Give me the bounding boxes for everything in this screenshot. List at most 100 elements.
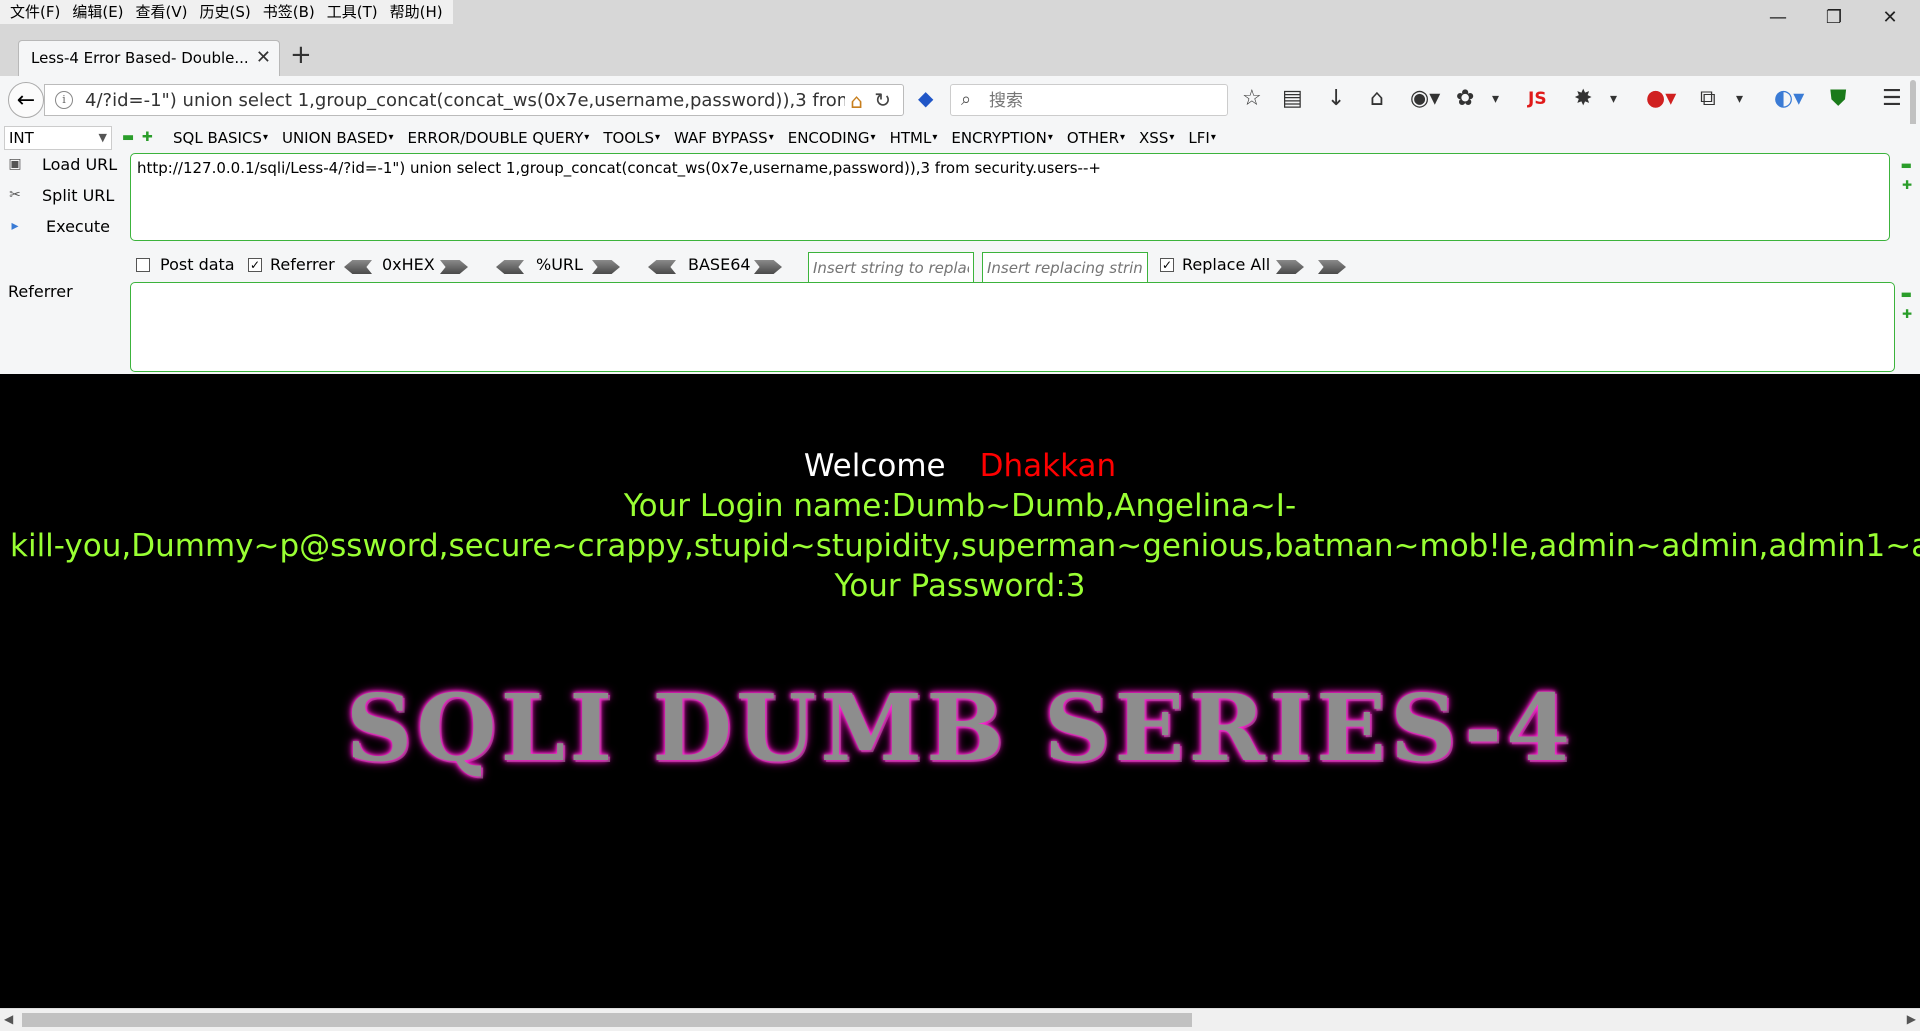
base64-decode-icon[interactable] [648,260,676,274]
type-select[interactable]: INT ▼ [4,126,112,150]
menu-bookmarks[interactable]: 书签(B) [257,0,321,24]
horizontal-scrollbar[interactable]: ◀ ▶ [0,1008,1920,1031]
extension-bird-icon[interactable]: ◆ [918,86,933,110]
referrer-label: Referrer [8,282,73,301]
sqli-banner: SQLI DUMB SERIES-4 [345,674,1575,782]
referrer-option-label: Referrer [270,255,335,274]
split-url-label: Split URL [42,186,115,205]
search-box[interactable]: ⌕ [950,84,1228,116]
url-bar[interactable]: i 4/?id=-1") union select 1,group_concat… [44,84,904,116]
scroll-right-icon[interactable]: ▶ [1907,1012,1916,1026]
type-select-value: INT [9,129,34,147]
menu-tools[interactable]: 工具(T) [321,0,384,24]
execute-label: Execute [46,217,110,236]
url-decode-icon[interactable] [496,260,524,274]
nav-bar: i 4/?id=-1") union select 1,group_concat… [0,76,1920,125]
menu-edit[interactable]: 编辑(E) [66,0,129,24]
menu-other[interactable]: OTHER [1060,126,1132,150]
base64-label: BASE64 [688,255,751,274]
replace-all-checkbox[interactable]: ✓ [1160,258,1174,272]
minus-icon[interactable]: ▬ [122,130,134,145]
hex-label: 0xHEX [382,255,435,274]
post-data-checkbox[interactable] [136,258,150,272]
replace-right-icon[interactable] [1318,260,1346,274]
login-name-line2: kill-you,Dummy~p@ssword,secure~crappy,st… [10,528,1920,564]
login-name-line1: Your Login name:Dumb~Dumb,Angelina~I- [623,488,1297,524]
menu-xss[interactable]: XSS [1132,126,1181,150]
back-arrow-icon: ← [16,87,36,113]
home-icon[interactable]: ⌂ [1370,86,1384,112]
post-data-label: Post data [160,255,235,274]
hex-encode-icon[interactable] [440,260,468,274]
replace-left-icon[interactable] [1276,260,1304,274]
menu-file[interactable]: 文件(F) [4,0,66,24]
replace-string-input[interactable] [808,252,974,284]
welcome-line: Welcome Dhakkan [0,448,1920,484]
bug-icon[interactable]: ✸ [1574,86,1592,112]
replace-all-label: Replace All [1182,255,1271,274]
menu-view[interactable]: 查看(V) [130,0,194,24]
share-icon[interactable]: ⧉ [1700,86,1716,112]
info-icon[interactable]: i [55,91,73,109]
hackbar-menu: SQL BASICS UNION BASED ERROR/DOUBLE QUER… [166,126,1223,150]
execute-icon: ▸ [11,218,19,234]
globe-icon[interactable]: ◉▾ [1410,86,1440,112]
menu-html[interactable]: HTML [883,126,945,150]
menu-error-double-query[interactable]: ERROR/DOUBLE QUERY [401,126,597,150]
plus-icon[interactable]: ✚ [142,130,153,145]
page-content: Welcome Dhakkan Your Login name:Dumb~Dumb… [0,374,1920,1008]
back-button[interactable]: ← [8,82,44,118]
new-tab-button[interactable]: + [290,42,312,68]
menu-tools-hb[interactable]: TOOLS [596,126,667,150]
menu-encoding[interactable]: ENCODING [781,126,883,150]
menu-help[interactable]: 帮助(H) [384,0,449,24]
menu-lfi[interactable]: LFI [1181,126,1222,150]
menu-history[interactable]: 历史(S) [194,0,257,24]
minus-icon[interactable]: ▬ [1901,158,1912,172]
bookmark-star-icon[interactable]: ☆ [1242,86,1262,112]
referrer-textarea[interactable] [130,282,1895,372]
welcome-name: Dhakkan [979,448,1117,484]
url-encode-icon[interactable] [592,260,620,274]
reload-icon[interactable]: ↻ [874,88,891,112]
menu-items: 文件(F) 编辑(E) 查看(V) 历史(S) 书签(B) 工具(T) 帮助(H… [0,0,453,24]
hamburger-menu-icon[interactable]: ☰ [1882,86,1902,112]
menu-encryption[interactable]: ENCRYPTION [944,126,1060,150]
palette-icon[interactable]: ✿ [1456,86,1474,112]
scrollbar-thumb[interactable] [22,1013,1192,1027]
url-label: %URL [536,255,583,274]
shield-icon[interactable]: ⛊ [1830,86,1847,112]
options-row: Post data ✓ Referrer 0xHEX %URL BASE64 ✓… [136,250,1436,284]
translate-icon[interactable]: ◐▾ [1774,86,1804,112]
hackbar-icon[interactable]: ●▾ [1646,86,1676,112]
welcome-text: Welcome [803,448,946,484]
minus-icon[interactable]: ▬ [1901,287,1912,301]
menu-union-based[interactable]: UNION BASED [275,126,401,150]
replacing-string-input[interactable] [982,252,1148,284]
hex-decode-icon[interactable] [344,260,372,274]
dropdown-icon[interactable]: ▾ [1736,86,1743,112]
base64-encode-icon[interactable] [754,260,782,274]
home-page-icon[interactable]: ⌂ [850,89,863,113]
plus-icon[interactable]: ✚ [1902,178,1912,192]
hackbar-panel: INT ▼ ▬ ✚ SQL BASICS UNION BASED ERROR/D… [0,124,1920,374]
scroll-left-icon[interactable]: ◀ [4,1012,13,1026]
close-tab-icon[interactable]: ✕ [256,47,271,68]
dropdown-icon[interactable]: ▾ [1610,86,1617,112]
chevron-down-icon: ▼ [98,131,107,144]
menu-sql-basics[interactable]: SQL BASICS [166,126,275,150]
plus-icon[interactable]: ✚ [1902,307,1912,321]
menu-waf-bypass[interactable]: WAF BYPASS [667,126,781,150]
download-icon[interactable]: ↓ [1327,86,1345,112]
tab-active[interactable]: Less-4 Error Based- Double... ✕ [18,40,280,76]
js-icon[interactable]: JS [1528,86,1547,112]
menu-bar: 文件(F) 编辑(E) 查看(V) 历史(S) 书签(B) 工具(T) 帮助(H… [0,0,1920,28]
dropdown-icon[interactable]: ▾ [1492,86,1499,112]
referrer-checkbox[interactable]: ✓ [248,258,262,272]
reader-icon[interactable]: ▤ [1282,86,1303,112]
load-url-label: Load URL [42,155,118,174]
split-url-icon: ✂ [9,187,21,203]
url-text[interactable]: 4/?id=-1") union select 1,group_concat(c… [85,90,845,111]
url-textarea[interactable]: http://127.0.0.1/sqli/Less-4/?id=-1") un… [130,153,1890,241]
search-input[interactable] [987,87,1221,115]
